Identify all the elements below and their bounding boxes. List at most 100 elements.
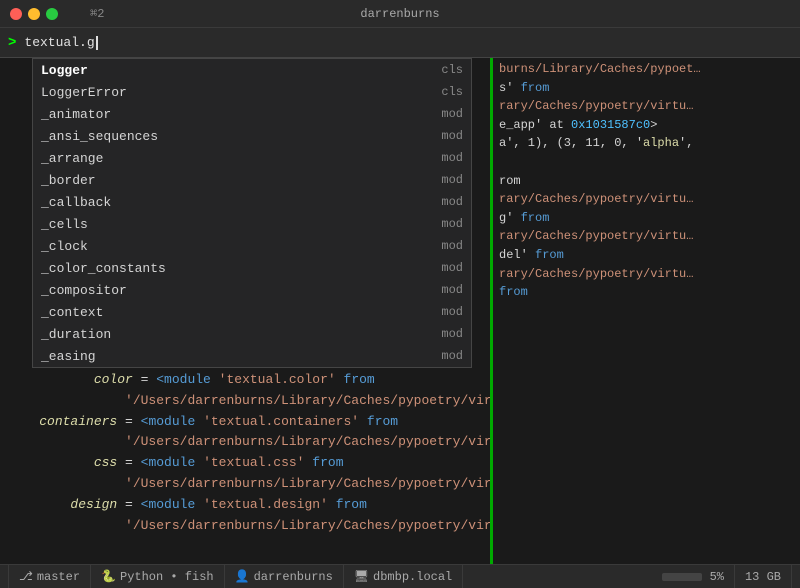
code-line-css: css = <module 'textual.css' from	[8, 453, 482, 474]
ac-name: _compositor	[41, 283, 428, 298]
ac-item-colorconstants[interactable]: _color_constants mod	[33, 257, 471, 279]
code-line-css-path: '/Users/darrenburns/Library/Caches/pypoe…	[8, 474, 482, 495]
ac-name: _cells	[41, 217, 428, 232]
ac-item-context[interactable]: _context mod	[33, 301, 471, 323]
ac-item-animator[interactable]: _animator mod	[33, 103, 471, 125]
python-icon: 🐍	[101, 569, 116, 584]
status-user[interactable]: 👤 darrenburns	[225, 565, 344, 588]
ac-item-logger[interactable]: Logger cls	[33, 59, 471, 81]
status-storage: 13 GB	[735, 565, 792, 588]
right-panel: burns/Library/Caches/pypoet… s' from rar…	[490, 58, 800, 564]
r-line-1: burns/Library/Caches/pypoet…	[499, 60, 794, 79]
status-percent: 5%	[652, 565, 735, 588]
ac-item-compositor[interactable]: _compositor mod	[33, 279, 471, 301]
minimize-button[interactable]	[28, 8, 40, 20]
user-label: darrenburns	[254, 570, 333, 584]
ac-item-border[interactable]: _border mod	[33, 169, 471, 191]
r-line-3: rary/Caches/pypoetry/virtu…	[499, 97, 794, 116]
maximize-button[interactable]	[46, 8, 58, 20]
code-lines-bottom: color = <module 'textual.color' from '/U…	[8, 370, 482, 536]
ac-name: _border	[41, 173, 428, 188]
ac-name: _clock	[41, 239, 428, 254]
status-host[interactable]: 🖥 dbmbp.local	[344, 565, 463, 588]
code-line-color: color = <module 'textual.color' from	[8, 370, 482, 391]
host-icon: 🖥	[354, 569, 369, 584]
code-line-color-path: '/Users/darrenburns/Library/Caches/pypoe…	[8, 391, 482, 412]
percent-bar	[662, 573, 702, 581]
status-bar: ⎇ master 🐍 Python • fish 👤 darrenburns 🖥…	[0, 564, 800, 588]
ac-type: mod	[428, 151, 463, 165]
main-content: > textual.g Logger cls LoggerError cls _…	[0, 28, 800, 564]
input-line[interactable]: > textual.g	[0, 28, 800, 58]
ac-item-easing[interactable]: _easing mod	[33, 345, 471, 367]
ac-name: _duration	[41, 327, 428, 342]
ac-name: _callback	[41, 195, 428, 210]
ac-type: mod	[428, 173, 463, 187]
ac-item-cells[interactable]: _cells mod	[33, 213, 471, 235]
var-containers: containers	[39, 414, 117, 429]
ac-name: LoggerError	[41, 85, 428, 100]
r-line-6	[499, 153, 794, 172]
code-line-design: design = <module 'textual.design' from	[8, 495, 482, 516]
ac-type: mod	[428, 261, 463, 275]
autocomplete-dropdown[interactable]: Logger cls LoggerError cls _animator mod…	[32, 58, 472, 368]
code-output: Logger cls LoggerError cls _animator mod…	[0, 58, 490, 564]
r-line-9: g' from	[499, 209, 794, 228]
r-line-13: from	[499, 283, 794, 302]
ac-type: mod	[428, 217, 463, 231]
var-color: color	[94, 372, 133, 387]
user-icon: 👤	[235, 569, 250, 584]
r-line-7: rom	[499, 172, 794, 191]
close-button[interactable]	[10, 8, 22, 20]
ac-type: mod	[428, 107, 463, 121]
traffic-lights	[10, 8, 58, 20]
window-title: darrenburns	[360, 7, 439, 21]
ac-item-clock[interactable]: _clock mod	[33, 235, 471, 257]
ac-type: mod	[428, 305, 463, 319]
ac-item-callback[interactable]: _callback mod	[33, 191, 471, 213]
ac-type: cls	[428, 85, 463, 99]
r-line-2: s' from	[499, 79, 794, 98]
title-bar: ⌘2 darrenburns	[0, 0, 800, 28]
storage-label: 13 GB	[745, 570, 781, 584]
ac-type: mod	[428, 349, 463, 363]
r-line-10: rary/Caches/pypoetry/virtu…	[499, 227, 794, 246]
host-label: dbmbp.local	[373, 570, 452, 584]
r-line-5: a', 1), (3, 11, 0, 'alpha',	[499, 134, 794, 153]
ac-type: mod	[428, 129, 463, 143]
status-branch[interactable]: ⎇ master	[8, 565, 91, 588]
ac-item-arrange[interactable]: _arrange mod	[33, 147, 471, 169]
r-line-11: del' from	[499, 246, 794, 265]
status-python[interactable]: 🐍 Python • fish	[91, 565, 225, 588]
prompt-arrow: >	[8, 35, 16, 51]
branch-icon: ⎇	[19, 569, 33, 584]
ac-name: _arrange	[41, 151, 428, 166]
ac-item-duration[interactable]: _duration mod	[33, 323, 471, 345]
cursor	[96, 36, 98, 50]
ac-name: _ansi_sequences	[41, 129, 428, 144]
ac-item-ansi[interactable]: _ansi_sequences mod	[33, 125, 471, 147]
r-line-8: rary/Caches/pypoetry/virtu…	[499, 190, 794, 209]
ac-name: _easing	[41, 349, 428, 364]
code-line-containers: containers = <module 'textual.containers…	[8, 412, 482, 433]
var-css: css	[94, 455, 117, 470]
input-text: textual.g	[24, 35, 94, 50]
ac-name: _context	[41, 305, 428, 320]
ac-type: mod	[428, 195, 463, 209]
code-line-design-path: '/Users/darrenburns/Library/Caches/pypoe…	[8, 516, 482, 537]
python-label: Python • fish	[120, 570, 214, 584]
percent-label: 5%	[710, 570, 724, 584]
r-line-12: rary/Caches/pypoetry/virtu…	[499, 265, 794, 284]
ac-name: _color_constants	[41, 261, 428, 276]
code-line-containers-path: '/Users/darrenburns/Library/Caches/pypoe…	[8, 432, 482, 453]
ac-type: mod	[428, 283, 463, 297]
ac-type: mod	[428, 327, 463, 341]
content-area: Logger cls LoggerError cls _animator mod…	[0, 58, 800, 564]
cmd-shortcut: ⌘2	[90, 6, 104, 21]
ac-type: cls	[428, 63, 463, 77]
r-line-4: e_app' at 0x1031587c0>	[499, 116, 794, 135]
var-design: design	[70, 497, 117, 512]
ac-type: mod	[428, 239, 463, 253]
ac-item-loggererror[interactable]: LoggerError cls	[33, 81, 471, 103]
ac-name: _animator	[41, 107, 428, 122]
